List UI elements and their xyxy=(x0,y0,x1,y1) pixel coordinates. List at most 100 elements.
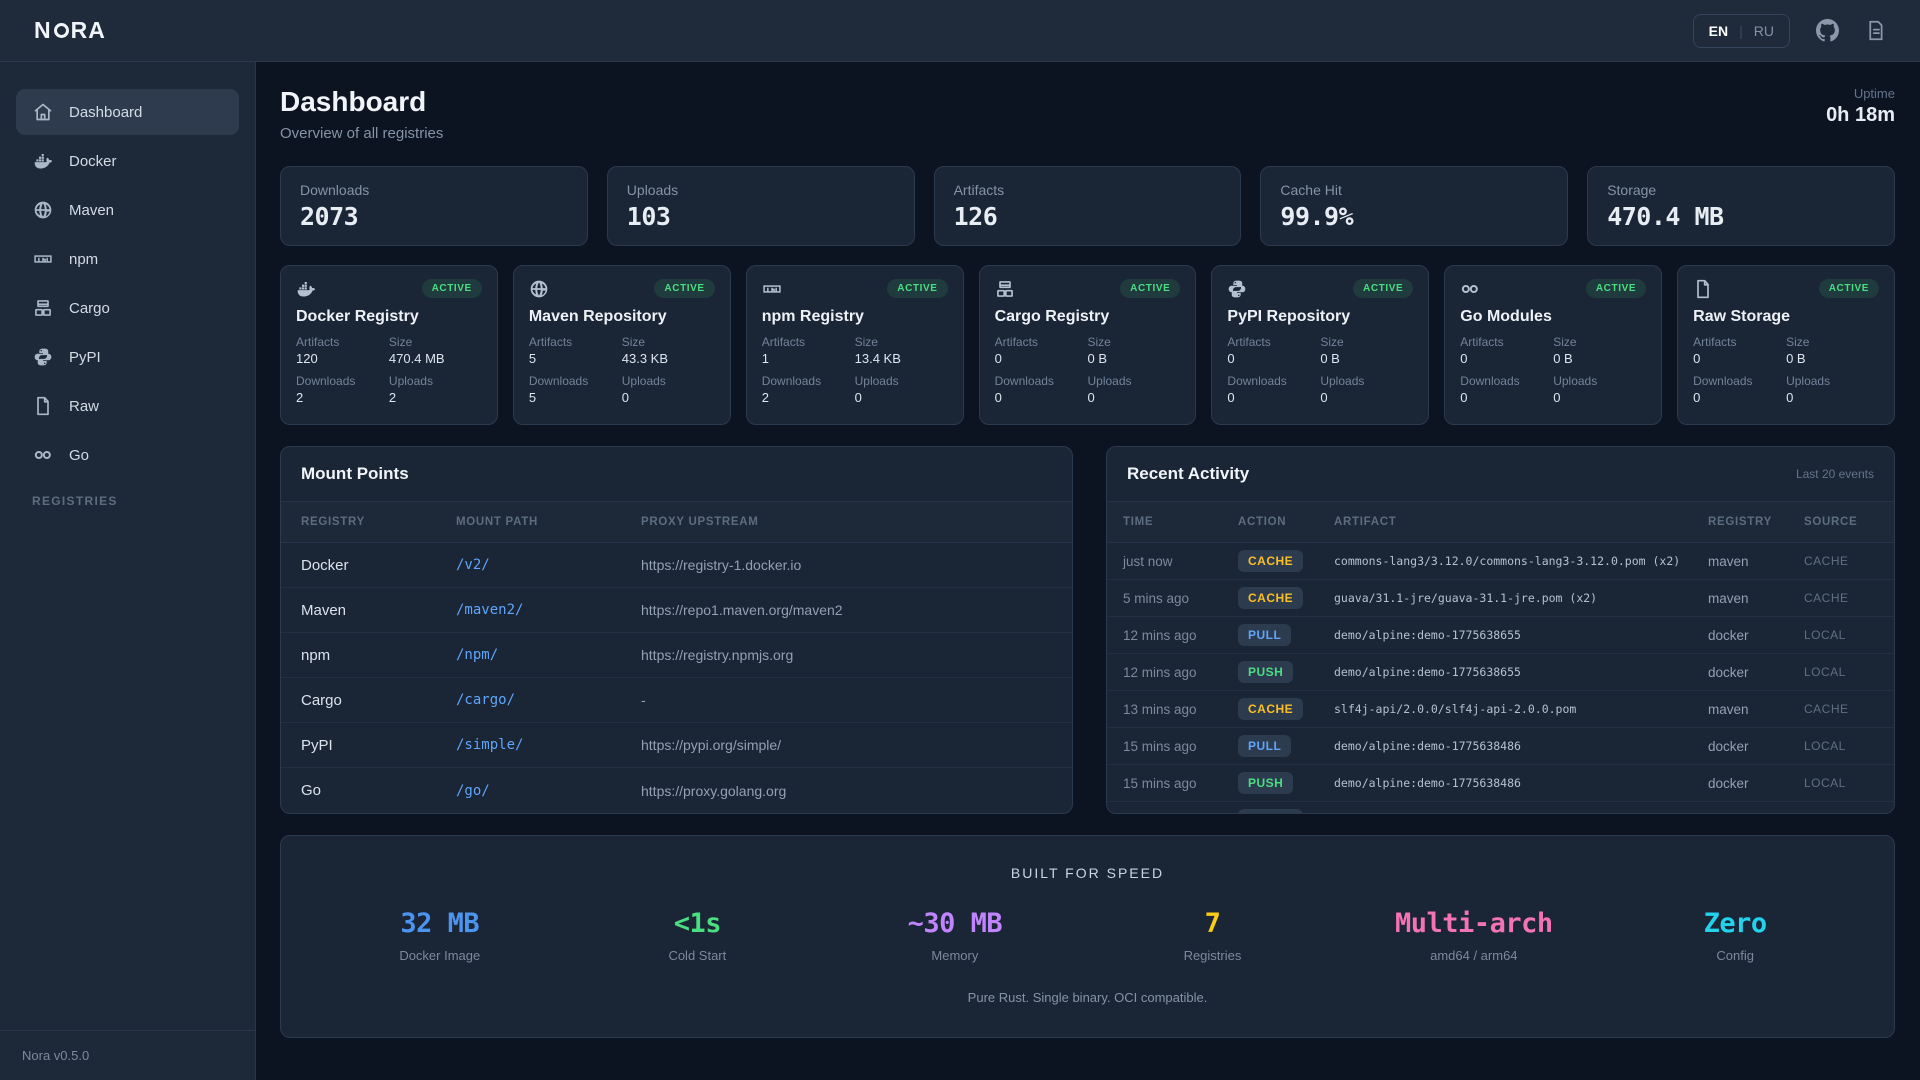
main-content: Dashboard Overview of all registries Upt… xyxy=(256,62,1920,1080)
uptime-label: Uptime xyxy=(1826,86,1895,101)
sidebar-item-dashboard[interactable]: Dashboard xyxy=(16,89,239,135)
lang-en-button[interactable]: EN xyxy=(1709,23,1728,39)
docs-icon[interactable] xyxy=(1865,20,1886,41)
mount-upstream: https://repo1.maven.org/maven2 xyxy=(641,602,1052,618)
lang-divider: | xyxy=(1739,23,1743,39)
action-badge: CACHE xyxy=(1238,587,1303,609)
sidebar-item-raw[interactable]: Raw xyxy=(16,383,239,429)
downloads-label: Downloads xyxy=(1460,374,1553,388)
mount-path-link[interactable]: /cargo/ xyxy=(456,692,641,708)
sidebar-item-pypi[interactable]: PyPI xyxy=(16,334,239,380)
python-icon xyxy=(1227,279,1247,299)
stat-label: Storage xyxy=(1607,182,1875,198)
event-registry: docker xyxy=(1708,739,1804,754)
event-source: LOCAL xyxy=(1804,628,1878,642)
status-badge: ACTIVE xyxy=(1353,279,1413,298)
stat-label: Artifacts xyxy=(954,182,1222,198)
downloads-value: 0 xyxy=(1460,390,1553,405)
sidebar-item-label: Raw xyxy=(69,398,99,415)
language-toggle[interactable]: EN | RU xyxy=(1693,14,1790,48)
activity-row: just now CACHE commons-lang3/3.12.0/comm… xyxy=(1107,543,1894,580)
github-icon[interactable] xyxy=(1816,19,1839,42)
stat-card-uploads: Uploads 103 xyxy=(607,166,915,246)
mount-row: npm /npm/ https://registry.npmjs.org xyxy=(281,633,1072,678)
sidebar-item-label: Docker xyxy=(69,153,117,170)
event-registry: npm xyxy=(1708,813,1804,815)
sidebar-item-docker[interactable]: Docker xyxy=(16,138,239,184)
mount-table-header: REGISTRY MOUNT PATH PROXY UPSTREAM xyxy=(281,502,1072,543)
downloads-value: 0 xyxy=(1693,390,1786,405)
speed-stat-multi-arch: Multi-arch amd64 / arm64 xyxy=(1395,908,1553,963)
artifacts-value: 0 xyxy=(995,351,1088,366)
recent-activity-panel: Recent Activity Last 20 events TIME ACTI… xyxy=(1106,446,1895,814)
activity-row: 12 mins ago PUSH demo/alpine:demo-177563… xyxy=(1107,654,1894,691)
mount-registry: PyPI xyxy=(301,737,456,754)
status-badge: ACTIVE xyxy=(1819,279,1879,298)
lang-ru-button[interactable]: RU xyxy=(1754,23,1774,39)
speed-value: ~30 MB xyxy=(880,908,1030,939)
status-badge: ACTIVE xyxy=(654,279,714,298)
globe-icon xyxy=(529,279,549,299)
activity-row: 15 mins ago CACHE chalk npm CACHE xyxy=(1107,802,1894,814)
artifacts-label: Artifacts xyxy=(762,335,855,349)
boxes-icon xyxy=(32,298,54,318)
activity-row: 5 mins ago CACHE guava/31.1-jre/guava-31… xyxy=(1107,580,1894,617)
sidebar-item-go[interactable]: Go xyxy=(16,432,239,478)
mount-path-link[interactable]: /simple/ xyxy=(456,737,641,753)
mount-path-link[interactable]: /v2/ xyxy=(456,557,641,573)
downloads-label: Downloads xyxy=(995,374,1088,388)
app-version: Nora v0.5.0 xyxy=(0,1030,255,1080)
mount-upstream: https://pypi.org/simple/ xyxy=(641,737,1052,753)
logo-text-ra: RA xyxy=(71,17,106,44)
uploads-value: 0 xyxy=(855,390,948,405)
action-badge: PULL xyxy=(1238,624,1291,646)
npm-icon xyxy=(762,279,782,299)
uploads-value: 0 xyxy=(622,390,715,405)
mount-points-panel: Mount Points REGISTRY MOUNT PATH PROXY U… xyxy=(280,446,1073,814)
sidebar-item-maven[interactable]: Maven xyxy=(16,187,239,233)
mount-path-link[interactable]: /maven2/ xyxy=(456,602,641,618)
stats-row: Downloads 2073 Uploads 103 Artifacts 126… xyxy=(280,166,1895,246)
artifacts-value: 0 xyxy=(1693,351,1786,366)
downloads-value: 2 xyxy=(762,390,855,405)
uploads-label: Uploads xyxy=(622,374,715,388)
size-value: 470.4 MB xyxy=(389,351,482,366)
uploads-value: 0 xyxy=(1087,390,1180,405)
uploads-label: Uploads xyxy=(1553,374,1646,388)
mount-path-link[interactable]: /npm/ xyxy=(456,647,641,663)
event-artifact: chalk xyxy=(1334,813,1708,814)
size-value: 0 B xyxy=(1320,351,1413,366)
size-label: Size xyxy=(1087,335,1180,349)
event-time: just now xyxy=(1123,554,1238,569)
artifacts-label: Artifacts xyxy=(296,335,389,349)
action-badge: PUSH xyxy=(1238,661,1293,683)
home-icon xyxy=(32,102,54,122)
event-registry: docker xyxy=(1708,628,1804,643)
recent-activity-title: Recent Activity xyxy=(1127,464,1249,484)
event-source: CACHE xyxy=(1804,591,1878,605)
artifacts-value: 120 xyxy=(296,351,389,366)
registry-card-maven: ACTIVE Maven Repository Artifacts5 Size4… xyxy=(513,265,731,425)
sidebar-item-label: Dashboard xyxy=(69,104,142,121)
page-title: Dashboard xyxy=(280,86,443,118)
size-label: Size xyxy=(1553,335,1646,349)
uptime-block: Uptime 0h 18m xyxy=(1826,86,1895,127)
artifacts-value: 1 xyxy=(762,351,855,366)
globe-icon xyxy=(32,200,54,220)
downloads-label: Downloads xyxy=(1693,374,1786,388)
size-label: Size xyxy=(1786,335,1879,349)
registry-card-title: Cargo Registry xyxy=(995,308,1181,326)
mount-path-link[interactable]: /go/ xyxy=(456,783,641,799)
size-value: 0 B xyxy=(1553,351,1646,366)
col-time: TIME xyxy=(1123,516,1238,528)
mount-registry: Cargo xyxy=(301,692,456,709)
boxes-icon xyxy=(995,279,1015,299)
sidebar-item-cargo[interactable]: Cargo xyxy=(16,285,239,331)
sidebar-item-label: Go xyxy=(69,447,89,464)
sidebar-item-label: npm xyxy=(69,251,98,268)
size-value: 43.3 KB xyxy=(622,351,715,366)
mount-row: Cargo /cargo/ - xyxy=(281,678,1072,723)
status-badge: ACTIVE xyxy=(887,279,947,298)
artifacts-label: Artifacts xyxy=(529,335,622,349)
sidebar-item-npm[interactable]: npm xyxy=(16,236,239,282)
